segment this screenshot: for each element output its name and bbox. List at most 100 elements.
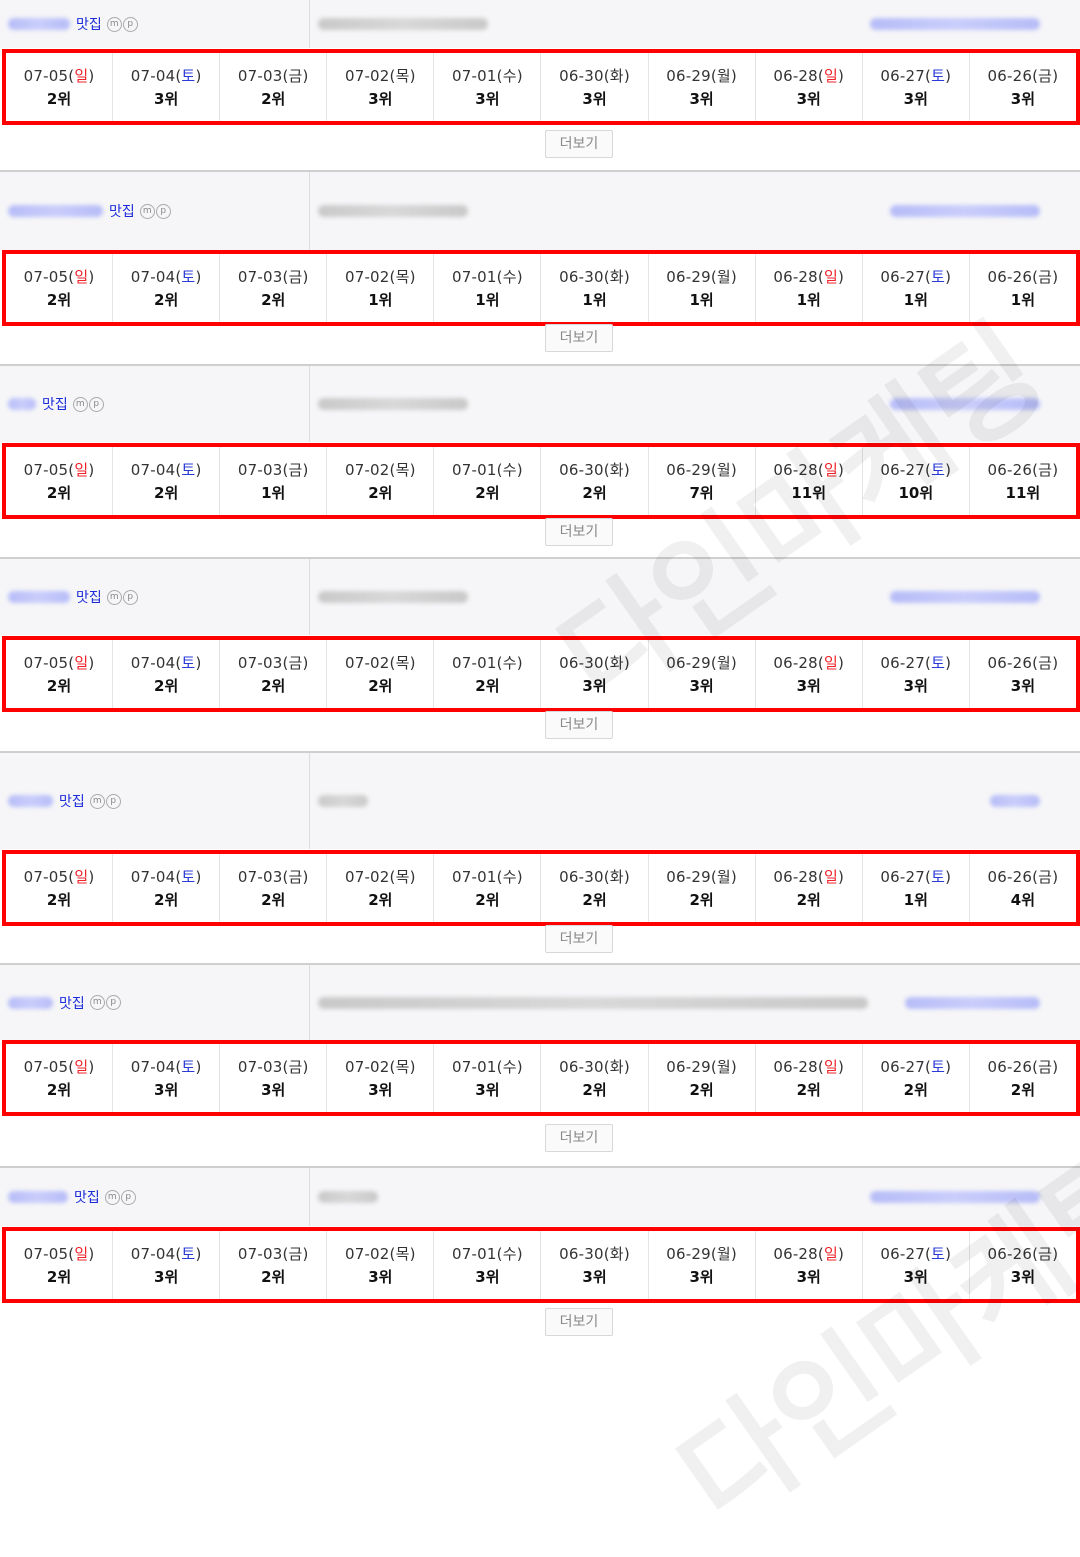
keyword-suffix: 맛집 [76,590,102,606]
rank-history-box: 07-05(일) 2위 07-04(토) 3위 07-03(금) 2위 07-02(목) 3위… [2,1227,1080,1303]
rank-value: 1위 [689,291,714,309]
more-button[interactable]: 더보기 [545,1124,613,1152]
date-text: 06-28 [773,868,818,886]
day-of-week: 화 [609,268,624,286]
day-of-week: 일 [823,268,838,286]
rank-value: 3위 [368,1268,393,1286]
place-link-blurred[interactable] [890,591,1040,603]
rank-date: 07-05(일) [23,1245,95,1263]
day-of-week: 금 [288,868,303,886]
rank-date: 07-02(목) [344,1245,416,1263]
rank-value: 3위 [1010,90,1036,108]
date-text: 06-26 [987,868,1033,886]
more-button[interactable]: 더보기 [545,518,613,546]
row-header: 맛집 m p [0,0,1080,48]
rank-value: 1위 [261,484,286,502]
keyword-link[interactable]: 맛집 m p [8,172,171,250]
rank-value: 3위 [903,90,928,108]
rank-cell: 06-28(일) 3위 [756,640,863,708]
rank-value: 2위 [154,484,179,502]
day-of-week: 일 [823,868,838,886]
row-header: 맛집 m p [0,366,1080,442]
rank-date: 07-05(일) [23,461,95,479]
rank-date: 07-02(목) [344,1058,416,1076]
place-link-blurred[interactable] [905,996,1040,1009]
place-name-blurred [318,205,468,217]
place-link-blurred[interactable] [870,18,1040,30]
rank-cell: 07-05(일) 2위 [6,447,114,515]
rank-date: 06-26(금) [987,868,1059,886]
date-text: 06-27 [880,1245,926,1263]
day-of-week: 일 [823,654,838,672]
date-text: 06-30 [559,654,604,672]
keyword-link[interactable]: 맛집 m p [8,965,121,1040]
rank-cell: 07-02(목) 2위 [327,854,435,922]
keyword-link[interactable]: 맛집 m p [8,0,138,48]
rank-cell: 07-02(목) 3위 [327,1231,435,1299]
day-of-week: 수 [502,268,517,286]
rank-date: 06-30(화) [559,1058,630,1076]
day-of-week: 수 [502,654,517,672]
day-of-week: 토 [181,1058,196,1076]
day-of-week: 토 [181,654,196,672]
rank-cell: 07-02(목) 3위 [327,53,435,121]
keyword-link[interactable]: 맛집 m p [8,1168,136,1226]
rank-value: 3위 [689,677,714,695]
place-link-blurred[interactable] [990,795,1040,807]
rank-date: 06-27(토) [880,67,952,85]
rank-cell: 06-30(화) 3위 [541,1231,649,1299]
row-header: 맛집 m p [0,559,1080,635]
rank-value: 1위 [582,291,607,309]
rank-cell: 07-03(금) 2위 [220,254,328,322]
rank-cell: 07-05(일) 2위 [6,254,114,322]
more-button[interactable]: 더보기 [545,925,613,953]
keyword-link[interactable]: 맛집 m p [8,366,104,442]
place-link-blurred[interactable] [890,205,1040,217]
rank-history-box: 07-05(일) 2위 07-04(토) 3위 07-03(금) 3위 07-02(목) 3위… [2,1040,1080,1116]
rank-date: 07-03(금) [237,654,309,672]
date-text: 06-28 [773,1058,818,1076]
date-text: 07-01 [452,654,497,672]
date-text: 07-03 [237,67,283,85]
date-text: 06-26 [987,654,1033,672]
mobile-badge-icon: m [106,589,122,605]
pc-badge-icon: p [155,203,171,219]
rank-cell: 06-26(금) 2위 [970,1044,1076,1112]
day-of-week: 금 [288,67,303,85]
rank-value: 3위 [475,90,500,108]
rank-value: 3위 [154,90,179,108]
rank-date: 06-29(월) [666,1245,737,1263]
more-button[interactable]: 더보기 [545,130,613,158]
date-text: 07-03 [237,654,283,672]
rank-value: 2위 [261,677,286,695]
more-button[interactable]: 더보기 [545,324,613,352]
date-text: 06-27 [880,654,926,672]
keyword-link[interactable]: 맛집 m p [8,559,138,635]
place-link-blurred[interactable] [870,1191,1040,1203]
day-of-week: 금 [1038,654,1053,672]
rank-value: 2위 [1010,1081,1036,1099]
rank-date: 07-04(토) [130,868,202,886]
rank-cell: 07-03(금) 1위 [220,447,328,515]
rank-cell: 06-29(월) 2위 [649,854,756,922]
rank-cell: 07-03(금) 2위 [220,854,328,922]
date-text: 06-27 [880,67,926,85]
rank-cell: 06-28(일) 11위 [756,447,863,515]
date-text: 06-26 [987,67,1033,85]
rank-cell: 06-30(화) 2위 [541,447,649,515]
date-text: 06-27 [880,868,926,886]
rank-cell: 07-02(목) 3위 [327,1044,435,1112]
place-link-blurred[interactable] [890,398,1040,410]
rank-cell: 07-01(수) 3위 [434,1231,542,1299]
rank-date: 07-05(일) [23,868,95,886]
pc-badge-icon: p [120,1189,136,1205]
date-text: 07-01 [452,461,497,479]
day-of-week: 목 [395,1245,410,1263]
rank-history-box: 07-05(일) 2위 07-04(토) 2위 07-03(금) 1위 07-02(목) 2위… [2,443,1080,519]
rank-value: 10위 [898,484,934,502]
day-of-week: 금 [288,1245,303,1263]
rank-date: 06-28(일) [773,268,845,286]
more-button[interactable]: 더보기 [545,1308,613,1336]
keyword-link[interactable]: 맛집 m p [8,753,121,849]
more-button[interactable]: 더보기 [545,711,613,739]
